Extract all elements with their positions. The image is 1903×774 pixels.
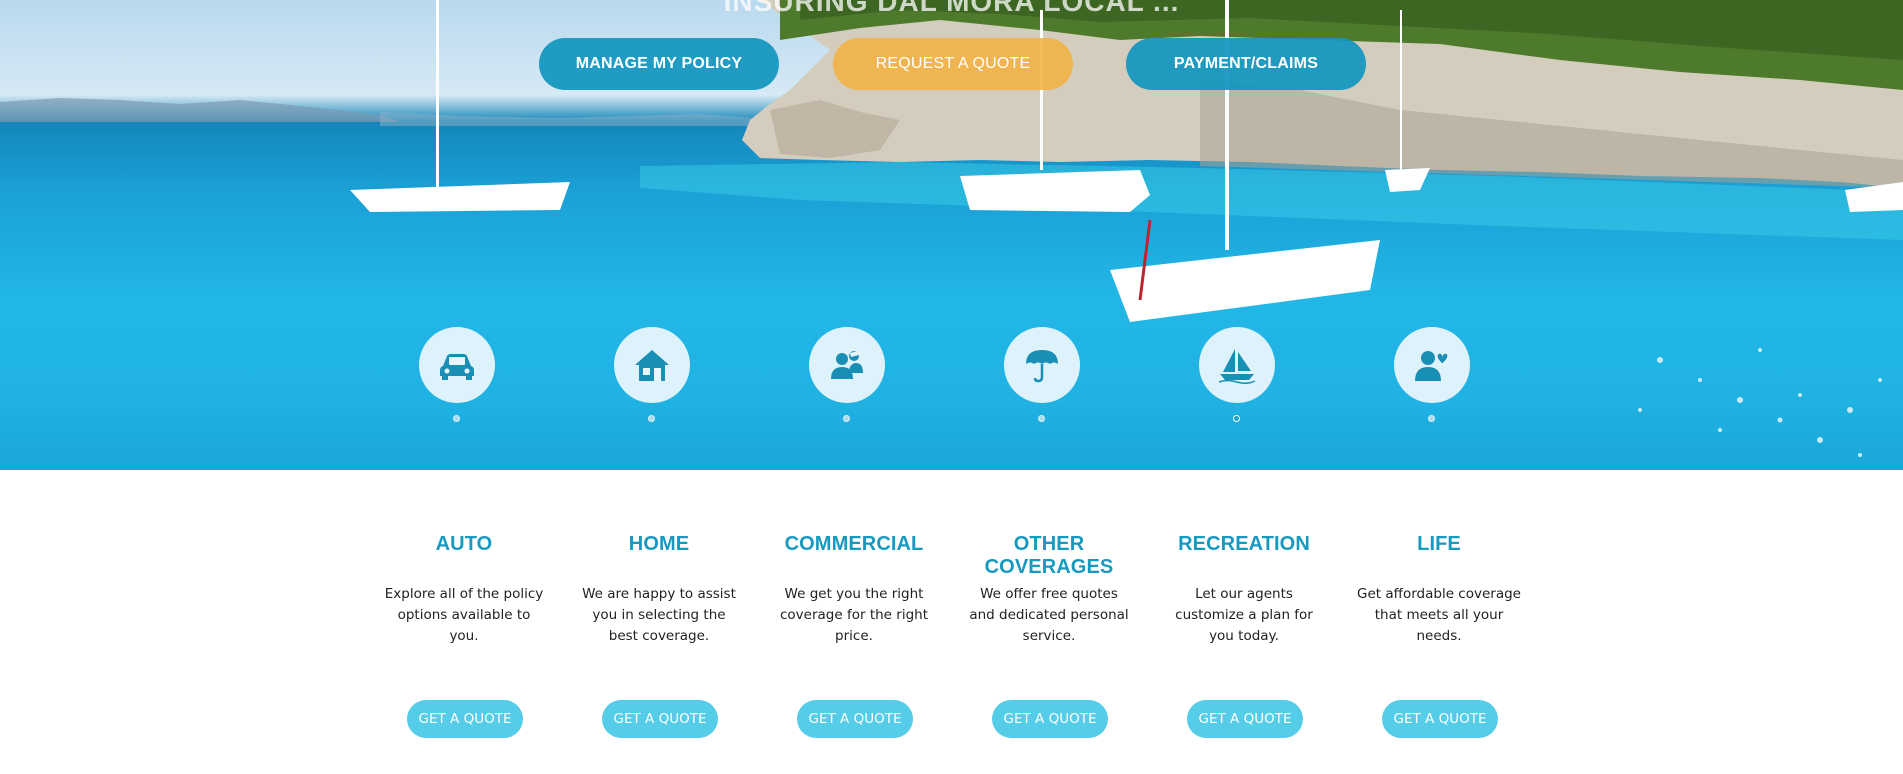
get-a-quote-button[interactable]: GET A QUOTE bbox=[407, 700, 523, 738]
get-a-quote-button[interactable]: GET A QUOTE bbox=[602, 700, 718, 738]
card-description: Get affordable coverage that meets all y… bbox=[1357, 586, 1521, 644]
person-heart-icon bbox=[1415, 351, 1449, 381]
commercial-people-icon bbox=[831, 351, 863, 379]
category-life-circle[interactable] bbox=[1394, 327, 1470, 403]
carousel-dot[interactable] bbox=[1038, 415, 1045, 422]
card-title: OTHER COVERAGES bbox=[984, 533, 1114, 578]
category-other-coverages-circle[interactable] bbox=[1004, 327, 1080, 403]
house-icon bbox=[635, 350, 669, 381]
carousel-dot[interactable] bbox=[843, 415, 850, 422]
category-auto-circle[interactable] bbox=[419, 327, 495, 403]
card-title: LIFE bbox=[1417, 533, 1461, 555]
car-icon bbox=[440, 354, 474, 380]
category-icon-row bbox=[0, 327, 1903, 422]
get-a-quote-button[interactable]: GET A QUOTE bbox=[1382, 700, 1498, 738]
payment-claims-button[interactable]: PAYMENT/CLAIMS bbox=[1126, 38, 1366, 90]
coverage-cards-section: AUTO Explore all of the policy options a… bbox=[0, 470, 1903, 774]
card-title: HOME bbox=[628, 533, 690, 555]
carousel-dot-active[interactable] bbox=[1233, 415, 1240, 422]
card-title: AUTO bbox=[435, 533, 493, 555]
manage-my-policy-button[interactable]: MANAGE MY POLICY bbox=[539, 38, 779, 90]
umbrella-icon bbox=[1026, 350, 1058, 383]
get-a-quote-button[interactable]: GET A QUOTE bbox=[797, 700, 913, 738]
card-description: Explore all of the policy options availa… bbox=[384, 586, 544, 644]
category-recreation-circle[interactable] bbox=[1199, 327, 1275, 403]
get-a-quote-button[interactable]: GET A QUOTE bbox=[1187, 700, 1303, 738]
card-description: We are happy to assist you in selecting … bbox=[582, 586, 736, 644]
card-title: RECREATION bbox=[1178, 533, 1310, 555]
carousel-dot[interactable] bbox=[648, 415, 655, 422]
category-home-circle[interactable] bbox=[614, 327, 690, 403]
carousel-dot[interactable] bbox=[453, 415, 460, 422]
get-a-quote-button[interactable]: GET A QUOTE bbox=[992, 700, 1108, 738]
card-description: Let our agents customize a plan for you … bbox=[1175, 586, 1313, 644]
sailboat-icon bbox=[1218, 349, 1256, 384]
hero-heading: INSURING DAL MORA LOCAL ... bbox=[723, 0, 1180, 17]
carousel-dot[interactable] bbox=[1428, 415, 1435, 422]
card-title: COMMERCIAL bbox=[784, 533, 924, 555]
card-description: We get you the right coverage for the ri… bbox=[780, 586, 928, 644]
card-description: We offer free quotes and dedicated perso… bbox=[969, 586, 1129, 644]
request-a-quote-button[interactable]: REQUEST A QUOTE bbox=[833, 38, 1073, 90]
category-commercial-circle[interactable] bbox=[809, 327, 885, 403]
hero-banner: INSURING DAL MORA LOCAL ... MANAGE MY PO… bbox=[0, 0, 1903, 470]
